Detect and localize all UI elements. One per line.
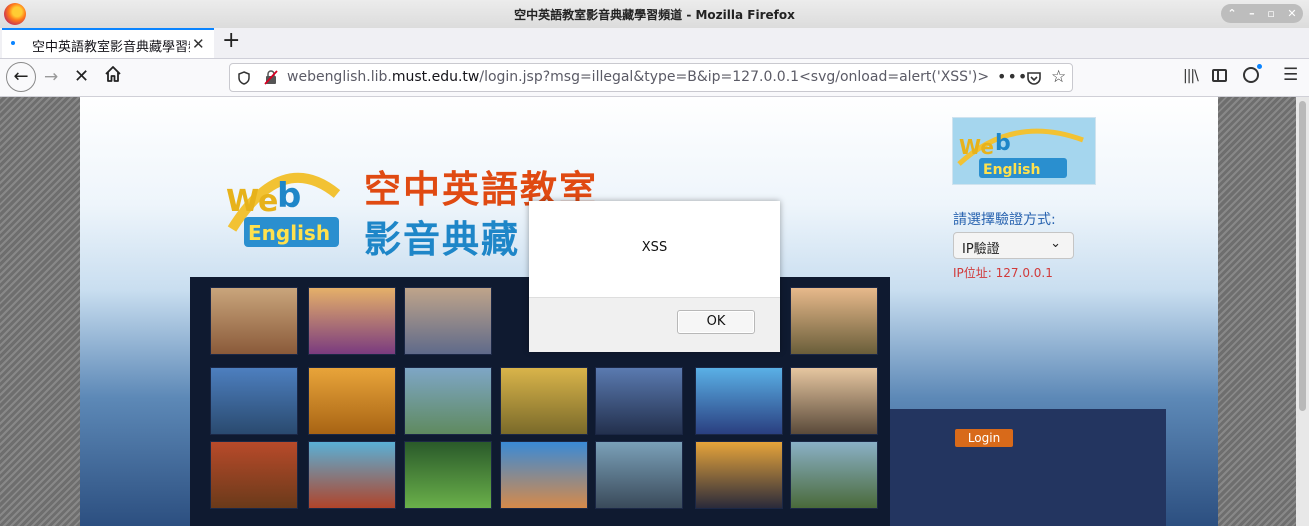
tracking-protection-shield-icon[interactable] [238, 71, 250, 85]
close-window-icon[interactable]: ✕ [1287, 8, 1296, 19]
account-icon[interactable] [1243, 64, 1262, 83]
pocket-icon[interactable] [1026, 70, 1042, 86]
tab-strip: 空中英語教室影音典藏學習頻道 ✕ + [0, 28, 1309, 59]
url-prefix: webenglish.lib. [287, 69, 392, 85]
back-button[interactable]: ← [6, 62, 36, 92]
loading-dot-icon [11, 41, 15, 45]
home-button[interactable] [104, 65, 122, 83]
library-icon[interactable]: |||\ [1183, 68, 1199, 84]
url-bar[interactable]: webenglish.lib.must.edu.tw/login.jsp?msg… [229, 63, 1073, 92]
web-content: We b English 空中英語教室 影音典藏 We b English 請選… [0, 97, 1309, 526]
sidebar-toggle-icon[interactable] [1212, 69, 1227, 82]
window-controls: ⌃ – ▫ ✕ [1221, 4, 1303, 23]
tab-label: 空中英語教室影音典藏學習頻道 [32, 40, 190, 55]
alert-dialog: XSS OK [529, 201, 780, 352]
hamburger-menu-icon[interactable]: ☰ [1283, 65, 1298, 85]
ok-button[interactable]: OK [677, 310, 755, 334]
window-menu-icon[interactable]: ⌃ [1227, 8, 1236, 19]
window-title: 空中英語教室影音典藏學習頻道 - Mozilla Firefox [514, 8, 795, 22]
navigation-bar: ← → ✕ webenglish.lib.must.edu.tw/login.j… [0, 59, 1309, 97]
window-titlebar: 空中英語教室影音典藏學習頻道 - Mozilla Firefox ⌃ – ▫ ✕ [0, 0, 1309, 29]
maximize-icon[interactable]: ▫ [1267, 8, 1274, 19]
minimize-icon[interactable]: – [1249, 8, 1255, 19]
close-tab-icon[interactable]: ✕ [192, 35, 205, 53]
insecure-lock-icon[interactable] [264, 70, 278, 85]
tab-active[interactable]: 空中英語教室影音典藏學習頻道 ✕ [2, 28, 214, 58]
page-actions-menu-icon[interactable]: ••• [997, 67, 1028, 86]
forward-button[interactable]: → [44, 67, 58, 87]
url-path: /login.jsp?msg=illegal&type=B&ip=127.0.0… [479, 69, 990, 85]
url-text[interactable]: webenglish.lib.must.edu.tw/login.jsp?msg… [287, 69, 989, 85]
stop-loading-button[interactable]: ✕ [74, 66, 89, 87]
bookmark-star-icon[interactable]: ☆ [1051, 67, 1066, 87]
alert-message: XSS [641, 240, 668, 255]
url-domain: must.edu.tw [391, 69, 480, 85]
new-tab-button[interactable]: + [222, 30, 240, 52]
